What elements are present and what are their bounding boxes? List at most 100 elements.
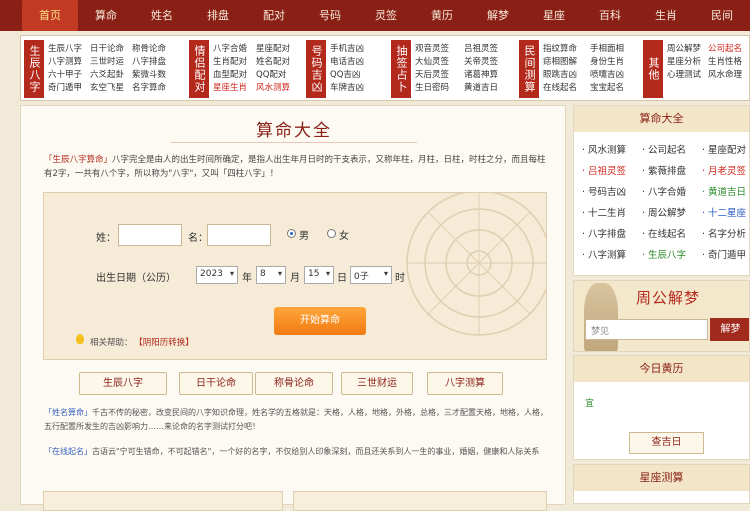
sidebar-link[interactable]: · 八字排盘 — [582, 226, 642, 247]
category-link[interactable]: 手相面相 — [590, 42, 633, 55]
sidebar-link[interactable]: · 在线起名 — [642, 226, 702, 247]
sidebar-link[interactable]: · 周公解梦 — [642, 205, 702, 226]
sidebar-link[interactable]: · 八字合婚 — [642, 184, 702, 205]
category-link[interactable]: 宝宝起名 — [590, 81, 633, 94]
sidebar-link[interactable]: · 风水测算 — [582, 142, 642, 163]
month-select[interactable]: 8 — [256, 266, 286, 284]
category-link[interactable]: 观音灵签 — [415, 42, 460, 55]
category-link[interactable]: 心理测试 — [667, 68, 704, 81]
nav-item-11[interactable]: 生肖 — [638, 0, 694, 31]
sidebar-link[interactable]: · 十二星座 — [702, 205, 750, 226]
category-link[interactable]: QQ配对 — [256, 68, 295, 81]
category-link[interactable]: 奇门遁甲 — [48, 81, 86, 94]
dream-search-input[interactable]: 梦见 — [585, 319, 708, 340]
sidebar-link[interactable]: · 号码吉凶 — [582, 184, 642, 205]
category-link[interactable]: 八字合婚 — [213, 42, 252, 55]
category-link[interactable]: 八字排盘 — [132, 55, 170, 68]
sidebar-link[interactable]: · 公司起名 — [642, 142, 702, 163]
nav-item-12[interactable]: 民间 — [694, 0, 750, 31]
category-link[interactable]: 眼跳吉凶 — [543, 68, 586, 81]
nav-item-3[interactable]: 排盘 — [190, 0, 246, 31]
sidebar-link[interactable]: · 吕祖灵签 — [582, 163, 642, 184]
sidebar-link[interactable]: · 紫薇排盘 — [642, 163, 702, 184]
sub-button-sanshi[interactable]: 三世财运 — [341, 372, 413, 395]
category-link[interactable]: 手机吉凶 — [330, 42, 378, 55]
category-link[interactable]: QQ吉凶 — [330, 68, 378, 81]
female-radio[interactable] — [327, 229, 336, 238]
category-link[interactable]: 紫微斗数 — [132, 68, 170, 81]
category-link[interactable]: 痣相图解 — [543, 55, 586, 68]
category-link[interactable]: 天后灵签 — [415, 68, 460, 81]
category-link[interactable]: 三世时运 — [90, 55, 128, 68]
dream-search-button[interactable]: 解梦 — [710, 318, 749, 341]
category-link[interactable]: 吕祖灵签 — [464, 42, 509, 55]
nav-item-7[interactable]: 黄历 — [414, 0, 470, 31]
category-link[interactable]: 指纹算命 — [543, 42, 586, 55]
category-link[interactable]: 姓名配对 — [256, 55, 295, 68]
category-label: 民间测算 — [519, 40, 539, 98]
sidebar-link[interactable]: · 奇门遁甲 — [702, 247, 750, 268]
check-auspicious-day-button[interactable]: 查吉日 — [629, 432, 704, 454]
year-select[interactable]: 2023 — [196, 266, 238, 284]
start-fortune-button[interactable]: 开始算命 — [274, 307, 366, 335]
male-radio[interactable] — [287, 229, 296, 238]
sub-button-bazi[interactable]: 生辰八字 — [79, 372, 167, 395]
category-link[interactable]: 身份生肖 — [590, 55, 633, 68]
category-link[interactable]: 八字测算 — [48, 55, 86, 68]
sub-button-bazi-test[interactable]: 八字测算 — [427, 372, 503, 395]
sidebar-link[interactable]: · 星座配对 — [702, 142, 750, 163]
sidebar-link[interactable]: · 名字分析 — [702, 226, 750, 247]
nav-item-9[interactable]: 星座 — [526, 0, 582, 31]
sidebar-link[interactable]: · 十二生肖 — [582, 205, 642, 226]
nav-item-10[interactable]: 百科 — [582, 0, 638, 31]
category-link[interactable]: 称骨论命 — [132, 42, 170, 55]
category-link[interactable]: 喷嚏吉凶 — [590, 68, 633, 81]
nav-item-5[interactable]: 号码 — [302, 0, 358, 31]
category-link[interactable]: 六十甲子 — [48, 68, 86, 81]
sub-button-rigan[interactable]: 日干论命 — [179, 372, 253, 395]
nav-item-1[interactable]: 算命 — [78, 0, 134, 31]
nav-item-4[interactable]: 配对 — [246, 0, 302, 31]
category-link[interactable]: 电话吉凶 — [330, 55, 378, 68]
category-link[interactable]: 玄空飞星 — [90, 81, 128, 94]
category-link[interactable]: 诸葛神算 — [464, 68, 509, 81]
category-link[interactable]: 星座配对 — [256, 42, 295, 55]
category-link[interactable]: 大仙灵签 — [415, 55, 460, 68]
category-link[interactable]: 生肖配对 — [213, 55, 252, 68]
sidebar-link[interactable]: · 黄道吉日 — [702, 184, 750, 205]
category-link[interactable]: 周公解梦 — [667, 42, 704, 55]
category-link[interactable]: 星座分析 — [667, 55, 704, 68]
category-link[interactable]: 公司起名 — [708, 42, 745, 55]
category-link[interactable]: 血型配对 — [213, 68, 252, 81]
category-link[interactable]: 关帝灵签 — [464, 55, 509, 68]
category-link[interactable]: 生肖性格 — [708, 55, 745, 68]
category-link[interactable]: 风水命理 — [708, 68, 745, 81]
hour-select[interactable]: 0子 — [350, 266, 392, 284]
day-select[interactable]: 15 — [304, 266, 334, 284]
name-input[interactable] — [207, 224, 271, 246]
category-link[interactable]: 六爻起卦 — [90, 68, 128, 81]
calendar-convert-link[interactable]: 【阴阳历转换】 — [139, 338, 194, 348]
category-bar: 生辰八字 生辰八字 日干论命 称骨论命 八字测算 三世时运 八字排盘 六十甲子 六爻起卦 紫微斗数… — [20, 35, 750, 101]
sidebar-fortune-panel: 算命大全 · 风水测算 · 公司起名 · 星座配对 · 吕祖灵签 · 紫薇排盘 · 月老灵… — [573, 105, 750, 276]
category-link[interactable]: 生日密码 — [415, 81, 460, 94]
page-title: 算命大全 — [256, 121, 332, 141]
category-link[interactable]: 星座生肖 — [213, 81, 252, 94]
birth-date-label: 出生日期（公历） — [96, 273, 176, 284]
category-link[interactable]: 名字算命 — [132, 81, 170, 94]
nav-item-8[interactable]: 解梦 — [470, 0, 526, 31]
category-link[interactable]: 在线起名 — [543, 81, 586, 94]
category-link[interactable]: 车牌吉凶 — [330, 81, 378, 94]
nav-item-2[interactable]: 姓名 — [134, 0, 190, 31]
category-link[interactable]: 日干论命 — [90, 42, 128, 55]
sub-button-chenggu[interactable]: 称骨论命 — [255, 372, 333, 395]
sidebar-link[interactable]: · 生辰八字 — [642, 247, 702, 268]
sidebar-link[interactable]: · 月老灵签 — [702, 163, 750, 184]
category-link[interactable]: 风水测算 — [256, 81, 295, 94]
category-link[interactable]: 黄道吉日 — [464, 81, 509, 94]
sidebar-link[interactable]: · 八字测算 — [582, 247, 642, 268]
nav-item-0[interactable]: 首页 — [22, 0, 78, 31]
nav-item-6[interactable]: 灵签 — [358, 0, 414, 31]
category-link[interactable]: 生辰八字 — [48, 42, 86, 55]
surname-input[interactable] — [118, 224, 182, 246]
